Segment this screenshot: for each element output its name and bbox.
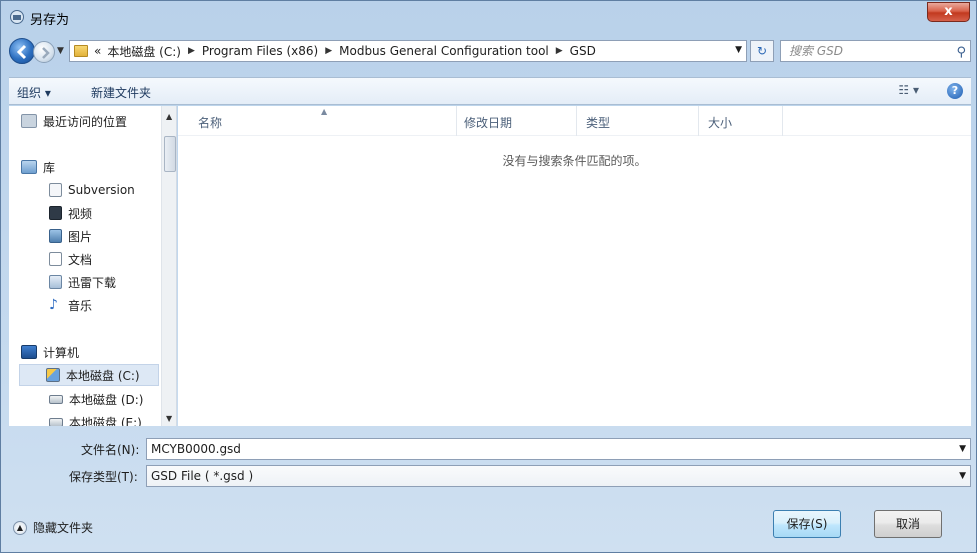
- close-button[interactable]: x: [927, 2, 970, 22]
- back-button[interactable]: [9, 38, 35, 64]
- cancel-button[interactable]: 取消: [874, 510, 942, 538]
- navigation-pane: 最近访问的位置 库 Subversion 视频 图片 文档 迅雷下载 ♪ 音乐: [9, 106, 177, 426]
- breadcrumb[interactable]: « 本地磁盘 (C:) ▶ Program Files (x86) ▶ Modb…: [69, 40, 747, 62]
- chevron-right-icon[interactable]: ▶: [325, 46, 332, 56]
- drive-icon: [49, 417, 63, 426]
- scrollbar-thumb[interactable]: [164, 136, 176, 172]
- system-drive-icon: [46, 368, 60, 382]
- column-divider[interactable]: [456, 106, 457, 136]
- nav-item-pictures[interactable]: 图片: [49, 225, 92, 247]
- recent-locations-dropdown-icon[interactable]: ▼: [57, 46, 64, 56]
- scroll-down-icon[interactable]: ▼: [166, 414, 172, 423]
- sort-ascending-icon: ▲: [321, 107, 328, 116]
- breadcrumb-item-program-files[interactable]: Program Files (x86): [202, 44, 318, 58]
- picture-icon: [49, 229, 62, 243]
- address-row: ▼ « 本地磁盘 (C:) ▶ Program Files (x86) ▶ Mo…: [9, 38, 971, 64]
- breadcrumb-overflow[interactable]: «: [94, 44, 101, 58]
- filetype-select[interactable]: GSD File ( *.gsd ) ▼: [146, 465, 971, 487]
- nav-item-c-drive[interactable]: 本地磁盘 (C:): [19, 364, 159, 386]
- column-divider[interactable]: [576, 106, 577, 136]
- filetype-value: GSD File ( *.gsd ): [151, 469, 254, 483]
- library-icon: [21, 160, 37, 174]
- breadcrumb-item-modbus-tool[interactable]: Modbus General Configuration tool: [339, 44, 549, 58]
- scroll-up-icon[interactable]: ▲: [166, 112, 172, 121]
- column-type[interactable]: 类型: [586, 114, 610, 131]
- refresh-icon: ↻: [756, 44, 768, 58]
- breadcrumb-item-c-drive[interactable]: 本地磁盘 (C:): [107, 43, 181, 60]
- hide-folders-label: 隐藏文件夹: [33, 521, 94, 535]
- collapse-arrow-icon: ▲: [13, 520, 27, 535]
- column-header-row: ▲ 名称 修改日期 类型 大小: [178, 106, 971, 136]
- column-divider[interactable]: [698, 106, 699, 136]
- filename-history-dropdown-icon[interactable]: ▼: [959, 439, 966, 459]
- nav-item-d-drive[interactable]: 本地磁盘 (D:): [49, 388, 143, 410]
- dialog-app-icon: [9, 9, 25, 25]
- nav-item-label: Subversion: [68, 183, 135, 197]
- command-toolbar: 组织 ▾ 新建文件夹 ☷ ▾ ?: [9, 77, 971, 105]
- nav-item-e-drive[interactable]: 本地磁盘 (E:): [49, 411, 142, 426]
- filename-value: MCYB0000.gsd: [151, 442, 241, 456]
- help-icon[interactable]: ?: [947, 83, 963, 99]
- filetype-label: 保存类型(T):: [69, 470, 138, 484]
- organize-button[interactable]: 组织 ▾: [17, 84, 51, 101]
- nav-item-music[interactable]: ♪ 音乐: [49, 294, 92, 316]
- file-list[interactable]: ▲ 名称 修改日期 类型 大小 没有与搜索条件匹配的项。: [178, 106, 971, 426]
- search-placeholder: 搜索 GSD: [789, 44, 843, 58]
- nav-item-label: 本地磁盘 (C:): [66, 368, 140, 383]
- breadcrumb-item-gsd[interactable]: GSD: [570, 44, 596, 58]
- download-library-icon: [49, 275, 62, 289]
- nav-item-label: 本地磁盘 (D:): [69, 392, 144, 407]
- nav-item-label: 本地磁盘 (E:): [69, 415, 142, 427]
- nav-item-label: 库: [43, 160, 56, 175]
- address-history-dropdown-icon[interactable]: ▼: [735, 45, 742, 55]
- nav-item-computer[interactable]: 计算机: [21, 341, 79, 363]
- chevron-right-icon[interactable]: ▶: [188, 46, 195, 56]
- nav-item-recent-places[interactable]: 最近访问的位置: [21, 110, 127, 132]
- nav-item-library[interactable]: 库: [21, 156, 55, 178]
- column-divider[interactable]: [782, 106, 783, 136]
- details-view-icon: ☷: [898, 83, 910, 97]
- chevron-right-icon[interactable]: ▶: [556, 46, 563, 56]
- column-size[interactable]: 大小: [708, 114, 732, 131]
- filename-label: 文件名(N):: [81, 443, 140, 457]
- nav-item-label: 文档: [68, 252, 93, 267]
- chevron-down-icon[interactable]: ▼: [959, 466, 966, 486]
- nav-item-label: 迅雷下载: [68, 275, 117, 290]
- forward-arrow-icon: [42, 47, 50, 59]
- nav-item-label: 视频: [68, 206, 93, 221]
- nav-item-videos[interactable]: 视频: [49, 202, 92, 224]
- filename-input[interactable]: MCYB0000.gsd ▼: [146, 438, 971, 460]
- nav-item-label: 图片: [68, 229, 93, 244]
- hide-folders-toggle[interactable]: ▲ 隐藏文件夹: [13, 519, 93, 536]
- dialog-title: 另存为: [30, 13, 70, 28]
- new-folder-button[interactable]: 新建文件夹: [91, 84, 151, 101]
- video-icon: [49, 206, 62, 220]
- nav-item-label: 最近访问的位置: [43, 114, 128, 129]
- column-date-modified[interactable]: 修改日期: [464, 114, 512, 131]
- nav-item-label: 计算机: [43, 345, 80, 360]
- document-library-icon: [49, 183, 62, 197]
- save-button[interactable]: 保存(S): [773, 510, 841, 538]
- search-icon[interactable]: ⚲: [956, 43, 966, 63]
- save-as-dialog: 另存为 x ▼ « 本地磁盘 (C:) ▶ Program Files (x86…: [0, 0, 977, 553]
- document-icon: [49, 252, 62, 266]
- title-bar[interactable]: 另存为 x: [1, 1, 976, 34]
- music-icon: ♪: [49, 297, 58, 313]
- drive-icon: [49, 394, 63, 404]
- view-options-button[interactable]: ☷ ▾: [898, 83, 919, 97]
- empty-results-message: 没有与搜索条件匹配的项。: [502, 154, 647, 168]
- nav-item-thunder-downloads[interactable]: 迅雷下载: [49, 271, 116, 293]
- nav-item-subversion[interactable]: Subversion: [49, 179, 135, 201]
- column-name[interactable]: 名称: [198, 114, 222, 131]
- nav-item-label: 音乐: [68, 298, 93, 313]
- nav-item-documents[interactable]: 文档: [49, 248, 92, 270]
- computer-icon: [21, 345, 37, 359]
- navigation-scrollbar[interactable]: ▲ ▼: [161, 106, 176, 426]
- refresh-button[interactable]: ↻: [750, 40, 774, 62]
- search-input[interactable]: 搜索 GSD ⚲: [780, 40, 971, 62]
- folder-icon: [74, 45, 88, 57]
- forward-button[interactable]: [33, 41, 55, 63]
- recent-places-icon: [21, 114, 37, 128]
